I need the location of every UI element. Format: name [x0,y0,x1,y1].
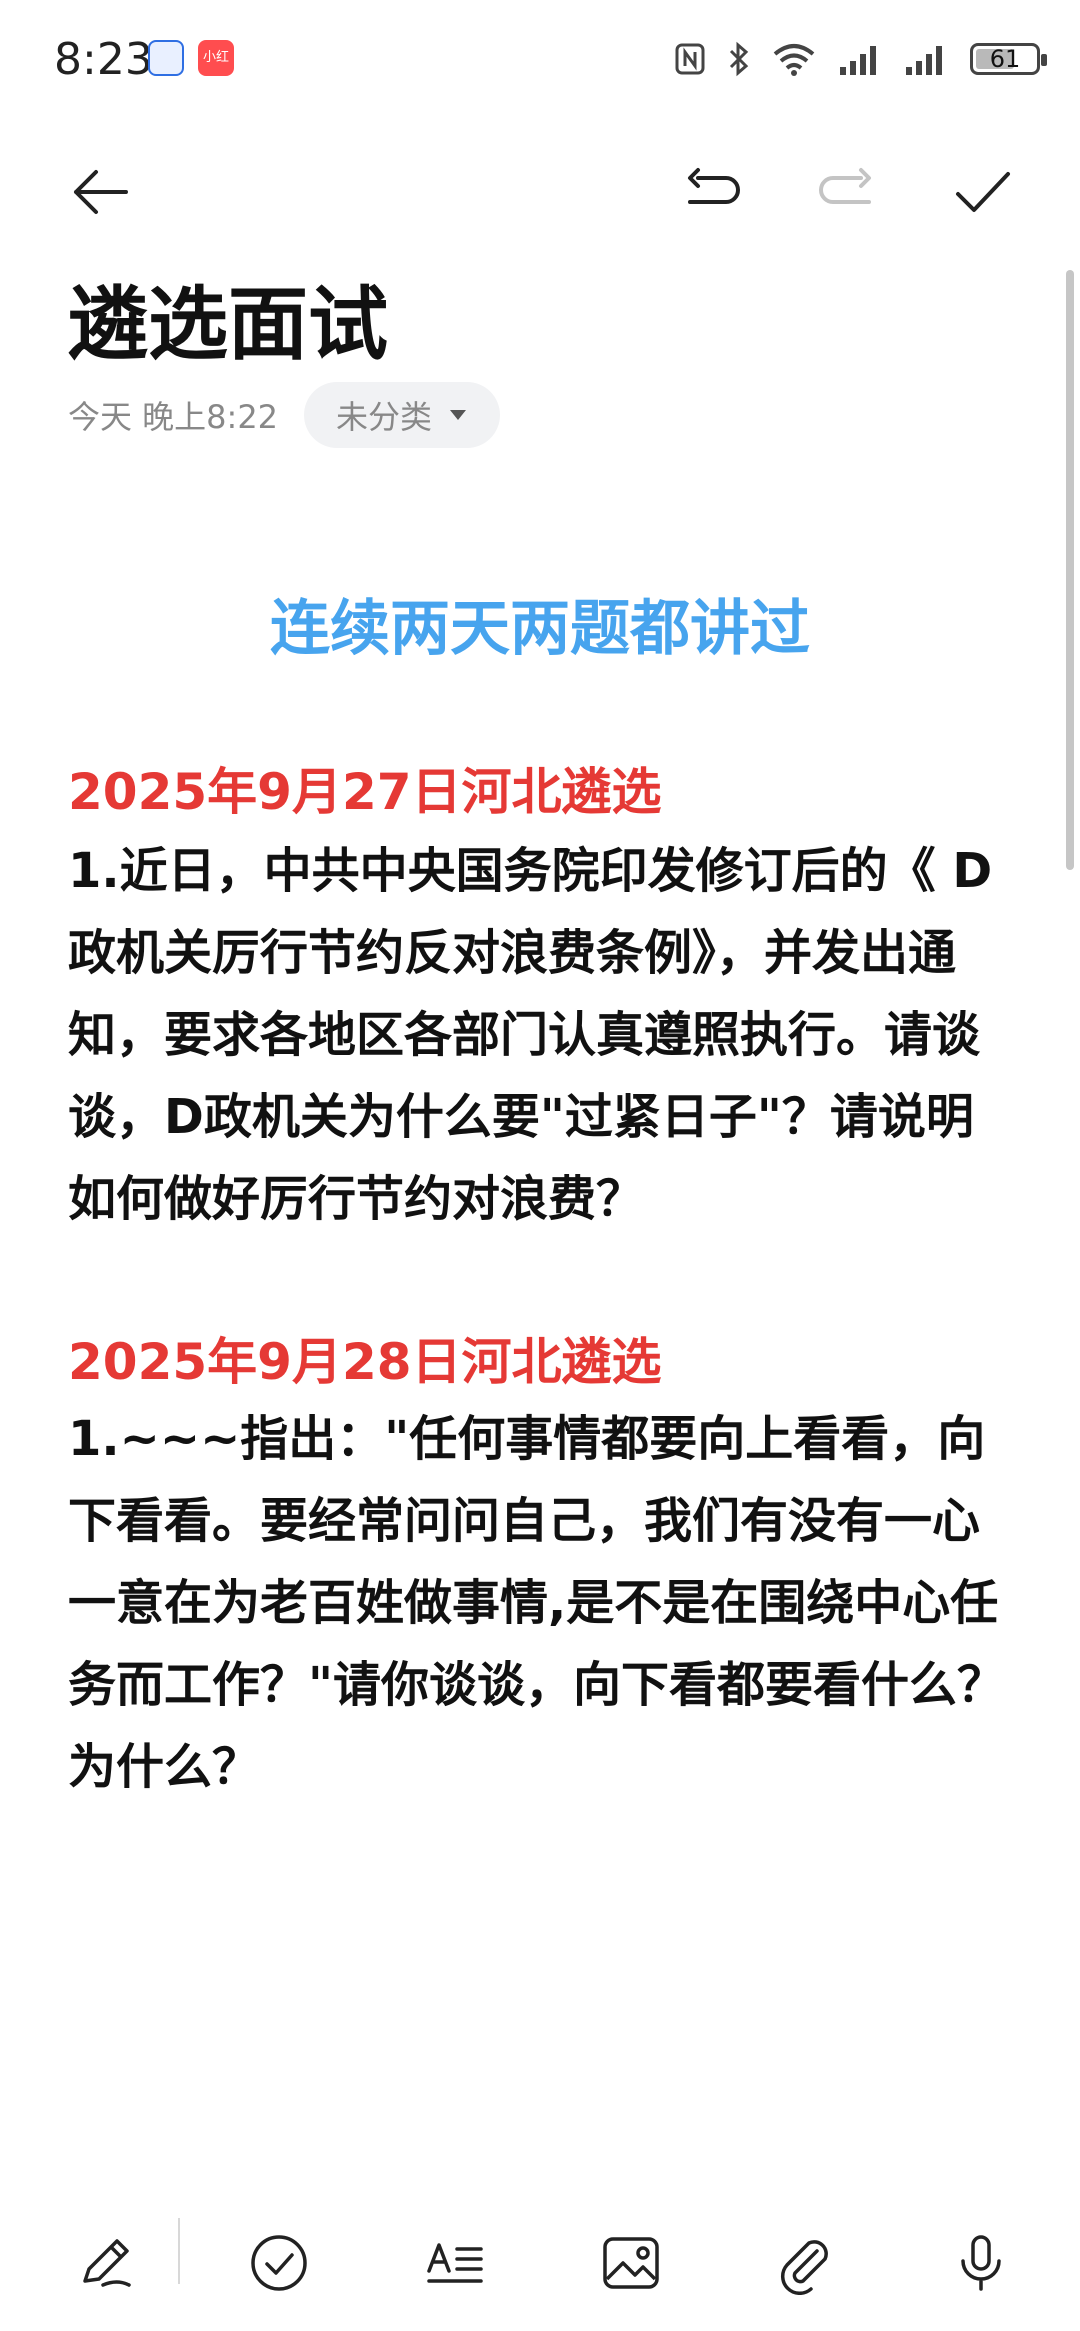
category-dropdown[interactable]: 未分类 [304,382,501,448]
back-button[interactable] [68,160,132,224]
pen-icon [83,2239,131,2287]
caret-down-icon [450,410,467,420]
note-toolbar [0,150,1080,230]
entry-date-2: 2025年9月28日河北遴选 [68,1333,662,1391]
entry-question-1: 1.近日，中共中央国务院印发修订后的《 D政机关厉行节约反对浪费条例》，并发出通… [68,843,993,1227]
attachment-button[interactable] [770,2228,840,2298]
text-format-icon [427,2243,483,2283]
arrow-left-icon [74,170,128,214]
status-icons: 61 [674,34,1047,84]
app-notification-icon [148,40,184,76]
note-heading: 连续两天两题都讲过 [270,594,810,664]
image-icon [603,2237,659,2289]
bluetooth-icon [729,41,749,77]
check-icon [956,172,1010,212]
wifi-icon [773,44,815,76]
undo-icon [688,168,740,204]
signal-icon-1 [840,46,876,75]
toolbar-divider [178,2218,180,2284]
bottom-toolbar [0,2210,1080,2310]
scrollbar[interactable] [1066,270,1074,870]
check-circle-icon [251,2235,307,2291]
battery-icon: 61 [970,43,1047,75]
microphone-icon [961,2235,1001,2291]
xiaohongshu-notification-icon: 小红书 [198,40,234,101]
status-bar: 8:23 小红书 61 [0,0,1080,120]
nfc-icon [675,43,705,75]
checklist-button[interactable] [244,2228,314,2298]
note-meta: 今天 晚上8:22 未分类 [68,382,501,448]
save-button[interactable] [950,160,1014,224]
text-format-button[interactable] [420,2228,490,2298]
paperclip-icon [781,2240,828,2295]
voice-input-button[interactable] [946,2228,1016,2298]
entry-question-2: 1.~~~指出："任何事情都要向上看看，向下看看。要经常问问自己，我们有没有一心… [68,1411,1006,1795]
note-title[interactable]: 遴选面试 [68,260,388,376]
category-label: 未分类 [336,398,433,436]
undo-button[interactable] [680,160,744,224]
status-time: 8:23 [54,34,153,85]
entry-date-1: 2025年9月27日河北遴选 [68,763,662,821]
signal-icon-2 [906,46,942,75]
insert-image-button[interactable] [596,2228,666,2298]
redo-icon [819,168,871,204]
note-date: 今天 晚上8:22 [68,398,279,436]
redo-button[interactable] [815,160,879,224]
battery-level: 61 [989,45,1021,73]
handwriting-button[interactable] [70,2228,140,2298]
